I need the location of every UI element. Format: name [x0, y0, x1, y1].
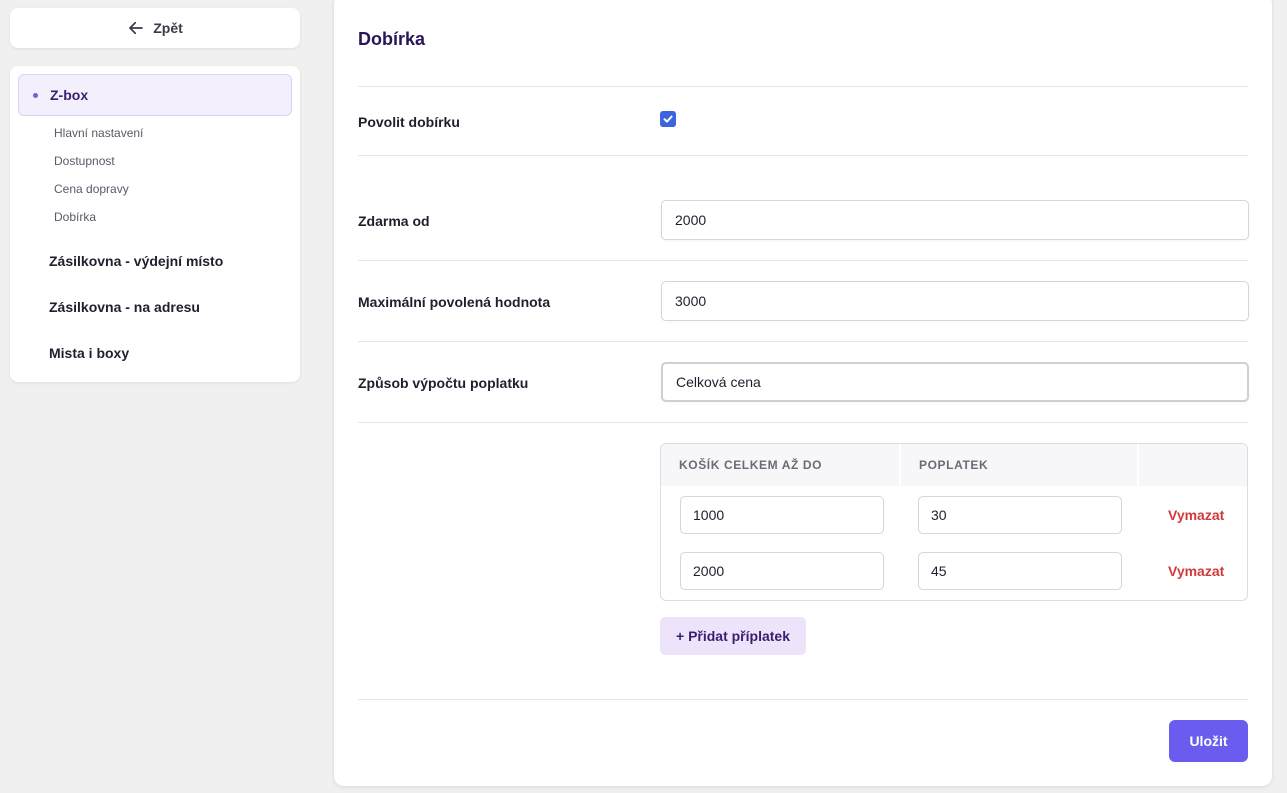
- sidebar-item-places-boxes[interactable]: Mista i boxy: [49, 345, 129, 361]
- back-label: Zpět: [153, 20, 183, 36]
- add-surcharge-button[interactable]: + Přidat příplatek: [660, 617, 806, 655]
- divider: [358, 422, 1248, 423]
- fee-method-label: Způsob výpočtu poplatku: [358, 375, 529, 391]
- cart-total-input[interactable]: 1000: [680, 496, 884, 534]
- max-value-label: Maximální povolená hodnota: [358, 294, 551, 310]
- page-title: Dobírka: [358, 29, 426, 49]
- fee-input[interactable]: 45: [918, 552, 1122, 590]
- checkmark-icon: [663, 115, 673, 123]
- fee-input[interactable]: 30: [918, 496, 1122, 534]
- enable-cod-checkbox[interactable]: [660, 111, 676, 127]
- sidebar-subitem-shipping-price[interactable]: Cena dopravy: [54, 182, 129, 196]
- free-from-input[interactable]: 2000: [661, 200, 1249, 240]
- fee-table: KOŠÍK CELKEM AŽ DO POPLATEK 1000 30 Vyma…: [660, 443, 1248, 601]
- sidebar-subitem-main-settings[interactable]: Hlavní nastavení: [54, 126, 143, 140]
- delete-row-button[interactable]: Vymazat: [1168, 563, 1224, 579]
- sidebar-subitem-availability[interactable]: Dostupnost: [54, 154, 115, 168]
- divider: [358, 699, 1248, 700]
- delete-row-button[interactable]: Vymazat: [1168, 507, 1224, 523]
- sidebar-item-label: Z-box: [50, 87, 89, 103]
- fee-method-select[interactable]: Celková cena: [661, 362, 1249, 402]
- sidebar-item-zasilkovna-address[interactable]: Zásilkovna - na adresu: [49, 299, 200, 315]
- arrow-left-icon: [129, 21, 144, 35]
- sidebar-item-zasilkovna-pickup[interactable]: Zásilkovna - výdejní místo: [49, 253, 223, 269]
- enable-cod-label: Povolit dobírku: [358, 114, 460, 130]
- column-header-cart-total: KOŠÍK CELKEM AŽ DO: [661, 444, 899, 486]
- max-value-input[interactable]: 3000: [661, 281, 1249, 321]
- divider: [358, 86, 1248, 87]
- cod-settings-card: Dobírka Povolit dobírku Zdarma od 2000 M…: [334, 0, 1272, 786]
- free-from-label: Zdarma od: [358, 213, 430, 229]
- back-button[interactable]: Zpět: [10, 8, 300, 48]
- column-header-fee: POPLATEK: [901, 444, 1137, 486]
- column-header-actions: [1139, 444, 1247, 486]
- save-button[interactable]: Uložit: [1169, 720, 1248, 762]
- active-dot-icon: [33, 92, 38, 98]
- sidebar-item-z-box[interactable]: Z-box: [18, 74, 292, 116]
- sidebar-subitem-cod[interactable]: Dobírka: [54, 210, 96, 224]
- sidebar-nav: Z-box Hlavní nastavení Dostupnost Cena d…: [10, 66, 300, 382]
- divider: [358, 155, 1248, 156]
- divider: [358, 341, 1248, 342]
- cart-total-input[interactable]: 2000: [680, 552, 884, 590]
- divider: [358, 260, 1248, 261]
